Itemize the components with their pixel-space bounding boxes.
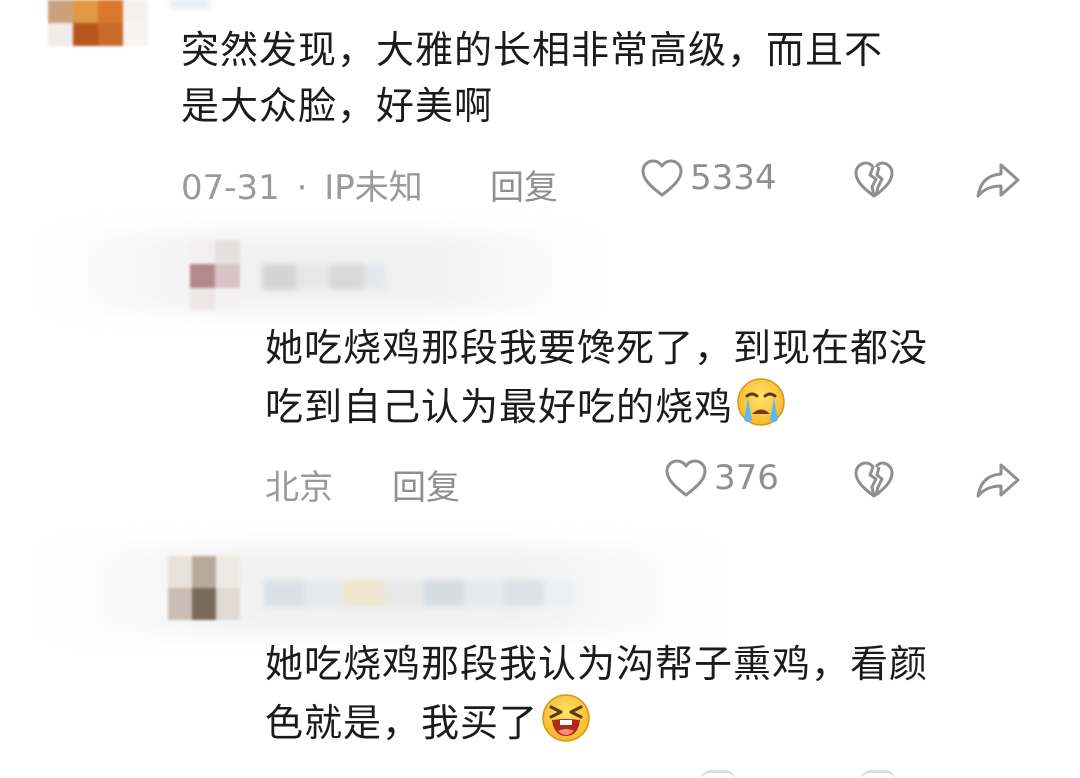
comment-text: 突然发现，大雅的长相非常高级，而且不 是大众脸，好美啊	[181, 22, 883, 134]
share-arrow-icon	[976, 163, 1020, 198]
crying-face-icon	[737, 378, 785, 426]
comment-text-line: 吃到自己认为最好吃的烧鸡	[265, 376, 928, 435]
comment-location: IP未知	[324, 168, 423, 208]
avatar[interactable]	[168, 556, 240, 620]
heart-icon	[641, 159, 683, 197]
comment-text-fragment: 吃到自己认为最好吃的烧鸡	[265, 385, 734, 429]
comment-date: 07-31	[181, 168, 280, 208]
reply-button[interactable]: 回复	[392, 460, 460, 509]
comment-meta: 07-31 · IP未知	[181, 160, 423, 209]
reply-button[interactable]: 回复	[490, 160, 558, 209]
share-button[interactable]	[974, 156, 1022, 204]
comment-text: 她吃烧鸡那段我要馋死了，到现在都没 吃到自己认为最好吃的烧鸡	[265, 320, 928, 435]
avatar[interactable]	[48, 0, 148, 46]
heart-icon	[665, 459, 707, 497]
comment-text: 她吃烧鸡那段我认为沟帮子熏鸡，看颜 色就是，我买了	[265, 636, 928, 751]
meta-separator: ·	[296, 168, 308, 208]
comment-text-line: 色就是，我买了	[265, 692, 928, 751]
dislike-button[interactable]	[850, 456, 898, 504]
comment-text-fragment: 色就是，我买了	[265, 701, 539, 745]
broken-heart-icon	[854, 461, 894, 498]
avatar[interactable]	[190, 240, 240, 310]
comment-text-line: 是大众脸，好美啊	[181, 84, 494, 128]
next-row-partial	[700, 770, 1020, 778]
share-button[interactable]	[974, 456, 1022, 504]
like-button[interactable]: 376	[664, 458, 779, 498]
username-blurred[interactable]	[170, 0, 210, 8]
comment-location: 北京	[265, 468, 333, 508]
share-arrow-icon	[976, 463, 1020, 498]
username-blurred[interactable]	[264, 580, 574, 606]
comment-text-line: 她吃烧鸡那段我认为沟帮子熏鸡，看颜	[265, 642, 929, 686]
username-blurred[interactable]	[262, 264, 386, 290]
comment-list: 突然发现，大雅的长相非常高级，而且不 是大众脸，好美啊 07-31 · IP未知…	[0, 0, 1080, 778]
like-count: 376	[714, 458, 779, 498]
like-button[interactable]: 5334	[640, 158, 777, 198]
like-count: 5334	[690, 158, 777, 198]
comment-text-line: 她吃烧鸡那段我要馋死了，到现在都没	[265, 326, 929, 370]
comment-meta: 北京	[265, 460, 333, 509]
laughing-face-icon	[542, 694, 590, 742]
broken-heart-icon	[854, 161, 894, 198]
comment-text-line: 突然发现，大雅的长相非常高级，而且不	[181, 28, 884, 72]
dislike-button[interactable]	[850, 156, 898, 204]
